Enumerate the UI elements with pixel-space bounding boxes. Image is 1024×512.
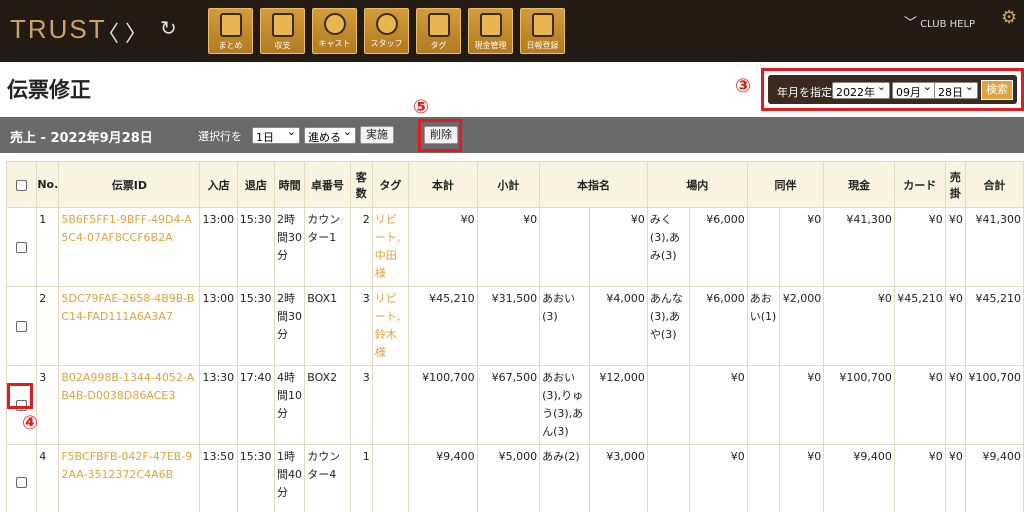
header-time: 時間 xyxy=(274,161,306,208)
action-select[interactable]: 進める xyxy=(304,125,356,144)
tool-summary-button[interactable]: まとめ xyxy=(208,8,253,54)
book-icon xyxy=(531,13,554,37)
annotation-4: ④ xyxy=(22,412,39,434)
annotation-3: ③ xyxy=(735,75,752,97)
money-icon xyxy=(479,13,502,37)
app-logo[interactable]: TRUST xyxy=(10,14,107,45)
tool-daily-report-button[interactable]: 日報登録 xyxy=(520,8,565,54)
header-guests: 客数 xyxy=(349,161,373,208)
tool-cash-button[interactable]: 現金管理 xyxy=(468,8,513,54)
delete-highlight: 削除 xyxy=(418,119,462,152)
tool-income-button[interactable]: 収支 xyxy=(260,8,305,54)
header-dohan: 同伴 xyxy=(746,161,825,208)
select-all-checkbox[interactable] xyxy=(16,179,28,191)
select-all-cell xyxy=(5,161,38,208)
gear-icon[interactable]: ⚙ xyxy=(1001,7,1017,28)
page-title: 伝票修正 xyxy=(7,78,91,102)
slip-id-link[interactable]: B02A998B-1344-4052-AB4B-D0038D86ACE3 xyxy=(58,365,201,445)
year-select[interactable]: 2022年 xyxy=(832,80,890,99)
staff-icon xyxy=(375,13,398,35)
header-card: カード xyxy=(893,161,946,208)
tool-cast-button[interactable]: キャスト xyxy=(312,8,357,54)
header-slip-id: 伝票ID xyxy=(58,161,201,208)
date-filter-highlight: 年月を指定 2022年 09月 28日 検索 xyxy=(761,68,1024,111)
row-checkbox[interactable] xyxy=(16,320,28,332)
date-filter-label: 年月を指定 xyxy=(777,86,832,99)
header-jonai: 場内 xyxy=(646,161,748,208)
table-row[interactable]: 4 F5BCFBFB-042F-47EB-92AA-3512372C4A6B 1… xyxy=(5,444,1024,512)
tag-link[interactable]: リピート, xyxy=(375,292,401,323)
table-row[interactable]: 2 5DC79FAE-2658-4B9B-BC14-FAD111A6A3A7 1… xyxy=(5,286,1024,366)
tool-tag-button[interactable]: タグ xyxy=(416,8,461,54)
header-no: No. xyxy=(36,161,60,208)
table-row[interactable]: 1 5B6F5FF1-9BFF-49D4-A5C4-07AF8CCF6B2A 1… xyxy=(5,207,1024,287)
search-button[interactable]: 検索 xyxy=(981,80,1013,100)
table-row[interactable]: 3 B02A998B-1344-4052-AB4B-D0038D86ACE3 1… xyxy=(5,365,1024,445)
delete-button[interactable]: 削除 xyxy=(424,126,458,144)
tag-link[interactable]: 鈴木様 xyxy=(375,328,397,359)
clipboard-icon xyxy=(219,13,242,37)
bar-chart-icon xyxy=(271,13,294,37)
tag-link[interactable]: 中田様 xyxy=(375,249,397,280)
slip-id-link[interactable]: F5BCFBFB-042F-47EB-92AA-3512372C4A6B xyxy=(58,444,201,512)
period-select[interactable]: 1日 xyxy=(252,125,300,144)
person-icon xyxy=(323,13,346,35)
pencil-icon xyxy=(427,13,450,37)
action-bar: 売上 - 2022年9月28日 選択行を 1日 進める 実施 xyxy=(0,117,1024,153)
header-tag: タグ xyxy=(371,161,410,208)
select-row-label: 選択行を xyxy=(198,130,242,143)
annotation-5: ⑤ xyxy=(413,96,430,118)
tool-staff-button[interactable]: スタッフ xyxy=(364,8,409,54)
table-header: No. 伝票ID 入店 退店 時間 卓番号 客数 タグ 本計 小計 本指名 場内… xyxy=(5,161,1024,208)
club-help-link[interactable]: ﹀ CLUB HELP xyxy=(904,12,975,31)
sales-date-title: 売上 - 2022年9月28日 xyxy=(10,131,153,146)
header-urikake: 売掛 xyxy=(944,161,966,208)
header-honkei: 本計 xyxy=(408,161,478,208)
row-checkbox[interactable] xyxy=(16,241,28,253)
row-checkbox-highlight xyxy=(7,383,33,409)
execute-button[interactable]: 実施 xyxy=(360,126,394,144)
back-icon[interactable]: 〈 xyxy=(97,16,119,48)
top-bar: TRUST 〈 〉 ↻ まとめ 収支 キャスト スタッフ タグ 現金管理 日報登… xyxy=(0,0,1024,62)
row-checkbox[interactable] xyxy=(16,477,28,488)
slip-id-link[interactable]: 5DC79FAE-2658-4B9B-BC14-FAD111A6A3A7 xyxy=(58,286,201,366)
tag-link[interactable]: リピート, xyxy=(375,213,401,244)
header-out: 退店 xyxy=(236,161,276,208)
date-filter: 年月を指定 2022年 09月 28日 検索 xyxy=(768,75,1017,104)
header-cash: 現金 xyxy=(823,161,895,208)
header-in: 入店 xyxy=(199,161,238,208)
header-shokei: 小計 xyxy=(476,161,541,208)
header-table: 卓番号 xyxy=(304,161,351,208)
month-select[interactable]: 09月 xyxy=(892,80,936,99)
header-shimei: 本指名 xyxy=(539,161,648,208)
slip-id-link[interactable]: 5B6F5FF1-9BFF-49D4-A5C4-07AF8CCF6B2A xyxy=(58,207,201,287)
slip-table: No. 伝票ID 入店 退店 時間 卓番号 客数 タグ 本計 小計 本指名 場内… xyxy=(5,161,1024,512)
reload-icon[interactable]: ↻ xyxy=(160,16,177,40)
chevron-down-icon: ﹀ xyxy=(904,16,918,31)
forward-icon[interactable]: 〉 xyxy=(125,16,147,48)
day-select[interactable]: 28日 xyxy=(934,80,978,99)
header-total: 合計 xyxy=(964,161,1024,208)
